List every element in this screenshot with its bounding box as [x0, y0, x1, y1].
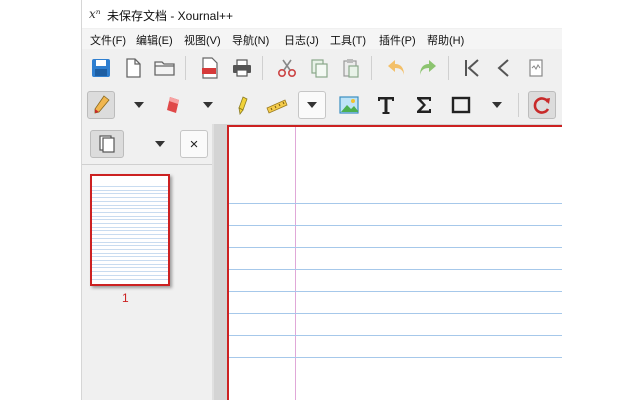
thumbnail-ruled-line: [92, 256, 168, 258]
sidebar-dropdown-icon[interactable]: [146, 130, 174, 158]
thumbnail-ruled-line: [92, 263, 168, 265]
highlighter-icon[interactable]: [228, 91, 256, 119]
menu-help[interactable]: 帮助(H): [427, 32, 464, 48]
eraser-icon[interactable]: [159, 91, 187, 119]
thumbnail-ruled-line: [92, 234, 168, 236]
menu-tools[interactable]: 工具(T): [330, 32, 366, 48]
ruled-line: [229, 335, 562, 336]
page-thumbnail[interactable]: [90, 174, 170, 286]
thumbnail-ruled-line: [92, 193, 168, 195]
refresh-icon[interactable]: [528, 91, 556, 119]
thumbnail-ruled-line: [92, 204, 168, 206]
window-title: 未保存文档 - Xournal++: [107, 9, 234, 23]
menu-navigation[interactable]: 导航(N): [232, 32, 269, 48]
menu-plugins[interactable]: 插件(P): [379, 32, 416, 48]
thumbnail-ruled-line: [92, 200, 168, 202]
thumbnail-ruled-line: [92, 278, 168, 280]
page-preview-tab-icon[interactable]: [90, 130, 124, 158]
save-icon[interactable]: [87, 54, 115, 82]
toolbar-separator: [371, 56, 372, 80]
undo-icon[interactable]: [382, 54, 410, 82]
thumbnail-ruled-line: [92, 252, 168, 254]
pen-icon[interactable]: [87, 91, 115, 119]
thumbnail-ruled-line: [92, 230, 168, 232]
ruled-line: [229, 247, 562, 248]
copy-icon[interactable]: [305, 54, 333, 82]
tool-dropdown-icon[interactable]: [298, 91, 326, 119]
thumbnail-ruled-line: [92, 245, 168, 247]
page-thumbnail-number: 1: [122, 291, 129, 305]
paste-icon[interactable]: [337, 54, 365, 82]
sidebar-header: ×: [82, 124, 212, 165]
open-folder-icon[interactable]: [151, 54, 179, 82]
rectangle-select-icon[interactable]: [447, 91, 475, 119]
cut-icon[interactable]: [273, 54, 301, 82]
print-icon[interactable]: [228, 54, 256, 82]
thumbnail-ruled-line: [92, 241, 168, 243]
ruler-icon[interactable]: [263, 91, 291, 119]
thumbnail-ruled-line: [92, 260, 168, 261]
title-bar: xⁿ 未保存文档 - Xournal++: [82, 0, 562, 28]
thumbnail-ruled-line: [92, 208, 168, 210]
menu-bar: 文件(F) 编辑(E) 视图(V) 导航(N) 日志(J) 工具(T) 插件(P…: [82, 29, 562, 49]
eraser-dropdown-icon[interactable]: [194, 91, 222, 119]
thumbnail-ruled-line: [92, 197, 168, 199]
sidebar-close-button[interactable]: ×: [180, 130, 208, 158]
thumbnail-ruled-line: [92, 267, 168, 269]
app-logo-icon: xⁿ: [89, 7, 101, 21]
thumbnail-ruled-line: [92, 248, 168, 250]
text-tool-icon[interactable]: [372, 91, 400, 119]
toolbar-separator: [262, 56, 263, 80]
first-page-icon[interactable]: [458, 54, 486, 82]
thumbnail-ruled-line: [92, 219, 168, 221]
export-pdf-icon[interactable]: [196, 54, 224, 82]
pen-dropdown-icon[interactable]: [125, 91, 153, 119]
xournal-window: xⁿ 未保存文档 - Xournal++ 文件(F) 编辑(E) 视图(V) 导…: [81, 0, 562, 400]
menu-file[interactable]: 文件(F): [90, 32, 126, 48]
thumbnail-ruled-line: [92, 186, 168, 187]
main-toolbar: [82, 49, 562, 87]
thumbnail-ruled-line: [92, 211, 168, 213]
thumbnail-ruled-line: [92, 271, 168, 273]
menu-journal[interactable]: 日志(J): [284, 32, 319, 48]
tool-toolbar: [82, 87, 562, 125]
menu-edit[interactable]: 编辑(E): [136, 32, 173, 48]
page-preview-icon[interactable]: [522, 54, 550, 82]
document-page[interactable]: [227, 125, 562, 400]
toolbar-separator: [185, 56, 186, 80]
latex-sigma-icon[interactable]: [410, 91, 438, 119]
page-margin-line: [295, 127, 296, 400]
select-dropdown-icon[interactable]: [483, 91, 511, 119]
thumbnail-ruled-line: [92, 226, 168, 228]
new-document-icon[interactable]: [119, 54, 147, 82]
menu-view[interactable]: 视图(V): [184, 32, 221, 48]
previous-page-icon[interactable]: [490, 54, 518, 82]
thumbnail-ruled-line: [92, 237, 168, 239]
thumbnail-ruled-line: [92, 223, 168, 224]
thumbnail-ruled-line: [92, 215, 168, 217]
document-canvas[interactable]: [214, 124, 562, 400]
ruled-line: [229, 269, 562, 270]
ruled-line: [229, 203, 562, 204]
toolbar-separator: [518, 93, 519, 117]
ruled-line: [229, 313, 562, 314]
ruled-line: [229, 291, 562, 292]
toolbar-separator: [448, 56, 449, 80]
redo-icon[interactable]: [414, 54, 442, 82]
ruled-line: [229, 357, 562, 358]
thumbnail-ruled-line: [92, 189, 168, 191]
thumbnail-ruled-line: [92, 274, 168, 276]
page-thumbnails: 1: [82, 165, 212, 400]
page-sidebar: × 1: [82, 124, 212, 400]
image-icon[interactable]: [335, 91, 363, 119]
ruled-line: [229, 225, 562, 226]
